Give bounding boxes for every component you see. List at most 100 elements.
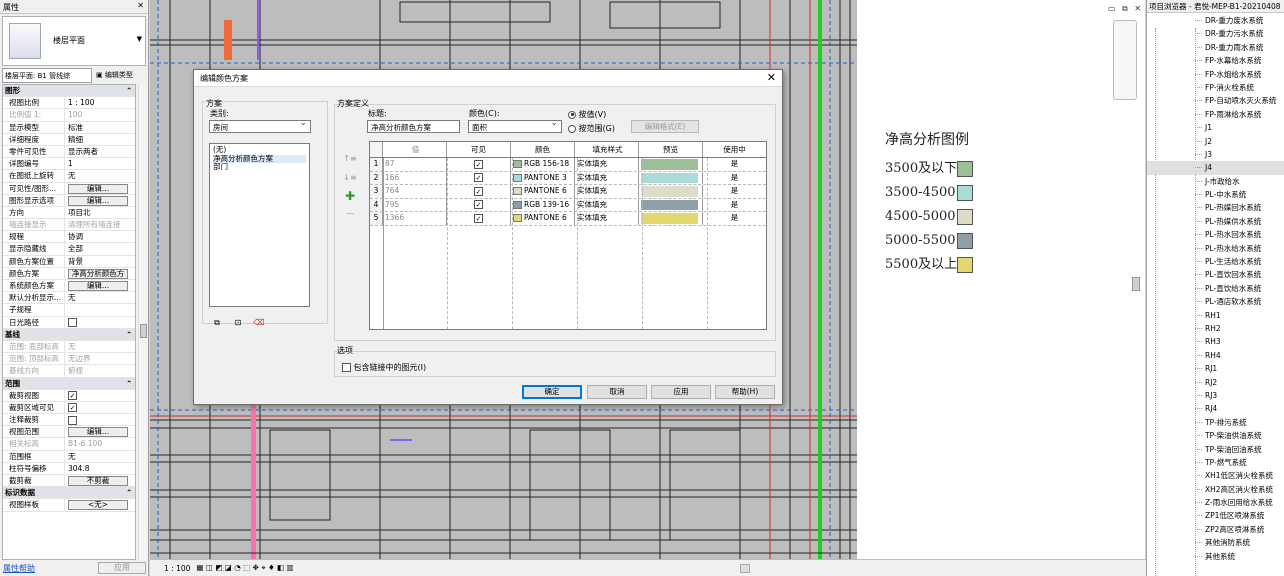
delete-scheme-icon[interactable]: ⌫ xyxy=(252,317,266,329)
view-control-icons[interactable]: ▦ ◫ ◩ ◪ ◔ ⬚ ✥ ⌖ ♦ ◧ ▥ xyxy=(196,563,293,573)
scheme-list[interactable]: (无) 净高分析颜色方案 部门 xyxy=(209,143,310,307)
browser-item[interactable]: DR-重力污水系统 xyxy=(1147,27,1284,40)
browser-item[interactable]: RH3 xyxy=(1147,335,1284,348)
column-header[interactable]: 可见 xyxy=(447,142,511,157)
property-row[interactable]: 子规程 xyxy=(3,304,135,317)
browser-item[interactable]: 其他消防系统 xyxy=(1147,536,1284,549)
property-section-header[interactable]: 范围 ⌃ xyxy=(3,377,135,390)
by-range-radio[interactable]: 按范围(G) xyxy=(568,123,615,134)
property-edit-button[interactable]: 净高分析颜色方 xyxy=(68,268,128,279)
duplicate-scheme-icon[interactable]: ⧉ xyxy=(210,317,224,329)
column-header[interactable]: 填充样式 xyxy=(575,142,639,157)
browser-item[interactable]: TP-柴油回油系统 xyxy=(1147,443,1284,456)
property-value[interactable]: 编辑... xyxy=(65,426,135,438)
property-row[interactable]: 方向 项目北 xyxy=(3,206,135,220)
property-row[interactable]: 显示模型 标准 xyxy=(3,121,135,134)
visible-checkbox[interactable]: ✓ xyxy=(474,173,483,182)
property-row[interactable]: 图形显示选项 编辑... xyxy=(3,194,135,207)
property-value[interactable]: 清理所有墙连接 xyxy=(65,219,135,230)
property-value[interactable]: 净高分析颜色方 xyxy=(65,268,135,279)
browser-item[interactable]: FP-雨淋给水系统 xyxy=(1147,108,1284,121)
scrollbar-thumb[interactable] xyxy=(1132,277,1140,291)
checked-icon[interactable]: ✓ xyxy=(68,391,77,401)
browser-item[interactable]: J3 xyxy=(1147,148,1284,161)
property-row[interactable]: 比例值 1: 100 xyxy=(3,109,135,122)
property-value[interactable]: 显示两者 xyxy=(65,146,135,157)
visible-cell[interactable]: ✓ xyxy=(447,158,511,171)
property-edit-button[interactable]: <无> xyxy=(68,500,128,511)
visible-checkbox[interactable]: ✓ xyxy=(474,200,483,209)
browser-item[interactable]: PL-热水给水系统 xyxy=(1147,242,1284,255)
remove-value-icon[interactable]: — xyxy=(343,208,357,220)
browser-item[interactable]: RJ2 xyxy=(1147,376,1284,389)
close-icon[interactable]: ✕ xyxy=(137,1,144,10)
fill-pattern-cell[interactable]: 实体填充 xyxy=(575,212,639,225)
property-row[interactable]: 详图编号 1 xyxy=(3,158,135,171)
property-value[interactable]: 俯视 xyxy=(65,365,135,376)
property-row[interactable]: 裁剪区域可见 ✓ xyxy=(3,401,135,415)
browser-item[interactable]: J2 xyxy=(1147,135,1284,148)
browser-item[interactable]: XH1低区消火栓系统 xyxy=(1147,469,1284,482)
color-cell[interactable]: PANTONE 6 xyxy=(511,212,575,225)
browser-item[interactable]: FP-自动喷水灭火系统 xyxy=(1147,94,1284,107)
property-value[interactable]: 100 xyxy=(65,109,135,120)
color-cell[interactable]: RGB 139-16 xyxy=(511,198,575,211)
property-row[interactable]: 相关标高 B1-6.100 xyxy=(3,438,135,451)
property-value[interactable]: 无 xyxy=(65,292,135,303)
browser-item[interactable]: J-市政给水 xyxy=(1147,175,1284,188)
properties-scrollbar[interactable] xyxy=(138,84,147,560)
color-cell[interactable]: RGB 156-18 xyxy=(511,158,575,171)
property-row[interactable]: 系统颜色方案 编辑... xyxy=(3,280,135,293)
checked-icon[interactable]: ✓ xyxy=(68,403,77,413)
property-value[interactable]: 编辑... xyxy=(65,195,135,206)
browser-item[interactable]: PL-酒店软水系统 xyxy=(1147,295,1284,308)
property-row[interactable]: 视图比例 1 : 100 xyxy=(3,97,135,110)
scheme-list-item[interactable]: 部门 xyxy=(213,162,306,172)
ok-button[interactable]: 确定 xyxy=(522,385,582,399)
type-selector[interactable]: 楼层平面 ▼ xyxy=(2,16,146,66)
property-row[interactable]: 视图样板 <无> xyxy=(3,499,135,512)
browser-item[interactable]: RJ1 xyxy=(1147,362,1284,375)
browser-item[interactable]: J4 xyxy=(1147,161,1284,175)
property-value[interactable]: 编辑... xyxy=(65,183,135,194)
unchecked-icon[interactable] xyxy=(68,318,77,328)
property-value[interactable]: 不剪裁 xyxy=(65,475,135,486)
property-row[interactable]: 默认分析显示... 无 xyxy=(3,292,135,305)
help-button[interactable]: 帮助(H) xyxy=(715,385,775,399)
property-value[interactable]: 项目北 xyxy=(65,207,135,218)
browser-item[interactable]: RJ4 xyxy=(1147,402,1284,415)
category-select[interactable]: 房间 xyxy=(209,120,311,133)
include-linked-checkbox[interactable]: 包含链接中的图元(I) xyxy=(342,362,426,373)
property-section-header[interactable]: 标识数据 ⌃ xyxy=(3,487,135,500)
browser-item[interactable]: PL-热水回水系统 xyxy=(1147,228,1284,241)
property-row[interactable]: 规程 协调 xyxy=(3,231,135,244)
property-value[interactable]: 304.8 xyxy=(65,463,135,474)
property-row[interactable]: 视图范围 编辑... xyxy=(3,426,135,439)
visible-checkbox[interactable]: ✓ xyxy=(474,159,483,169)
browser-item[interactable]: RH2 xyxy=(1147,322,1284,335)
property-row[interactable]: 在图纸上旋转无 xyxy=(3,170,135,183)
property-checkbox[interactable]: ✓ xyxy=(65,390,135,401)
browser-item[interactable]: XH2高区消火栓系统 xyxy=(1147,483,1284,496)
add-value-icon[interactable]: ✚ xyxy=(343,190,357,202)
browser-item[interactable]: RJ3 xyxy=(1147,389,1284,402)
fill-pattern-cell[interactable]: 实体填充 xyxy=(575,185,639,198)
scrollbar-thumb[interactable] xyxy=(140,324,147,338)
edit-format-button[interactable]: 编辑格式(E) xyxy=(631,120,699,133)
apply-button[interactable]: 应用 xyxy=(651,385,711,399)
property-value[interactable]: 背景 xyxy=(65,256,135,267)
property-row[interactable]: 零件可见性 显示两者 xyxy=(3,145,135,159)
browser-item[interactable]: PL-直饮回水系统 xyxy=(1147,268,1284,281)
property-edit-button[interactable]: 编辑... xyxy=(68,183,128,194)
view-scrollbar[interactable] xyxy=(1132,10,1141,559)
property-row[interactable]: 范围: 底部标高无 xyxy=(3,340,135,354)
cancel-button[interactable]: 取消 xyxy=(587,385,647,399)
browser-item[interactable]: PL-热媒回水系统 xyxy=(1147,201,1284,214)
property-edit-button[interactable]: 不剪裁 xyxy=(68,476,128,486)
visible-cell[interactable]: ✓ xyxy=(447,198,511,211)
property-value[interactable]: 无 xyxy=(65,451,135,462)
browser-item[interactable]: 其他系统 xyxy=(1147,550,1284,563)
browser-item[interactable]: PL-直饮给水系统 xyxy=(1147,282,1284,295)
property-row[interactable]: 范围框无 xyxy=(3,450,135,463)
property-value[interactable]: 精细 xyxy=(65,134,135,145)
